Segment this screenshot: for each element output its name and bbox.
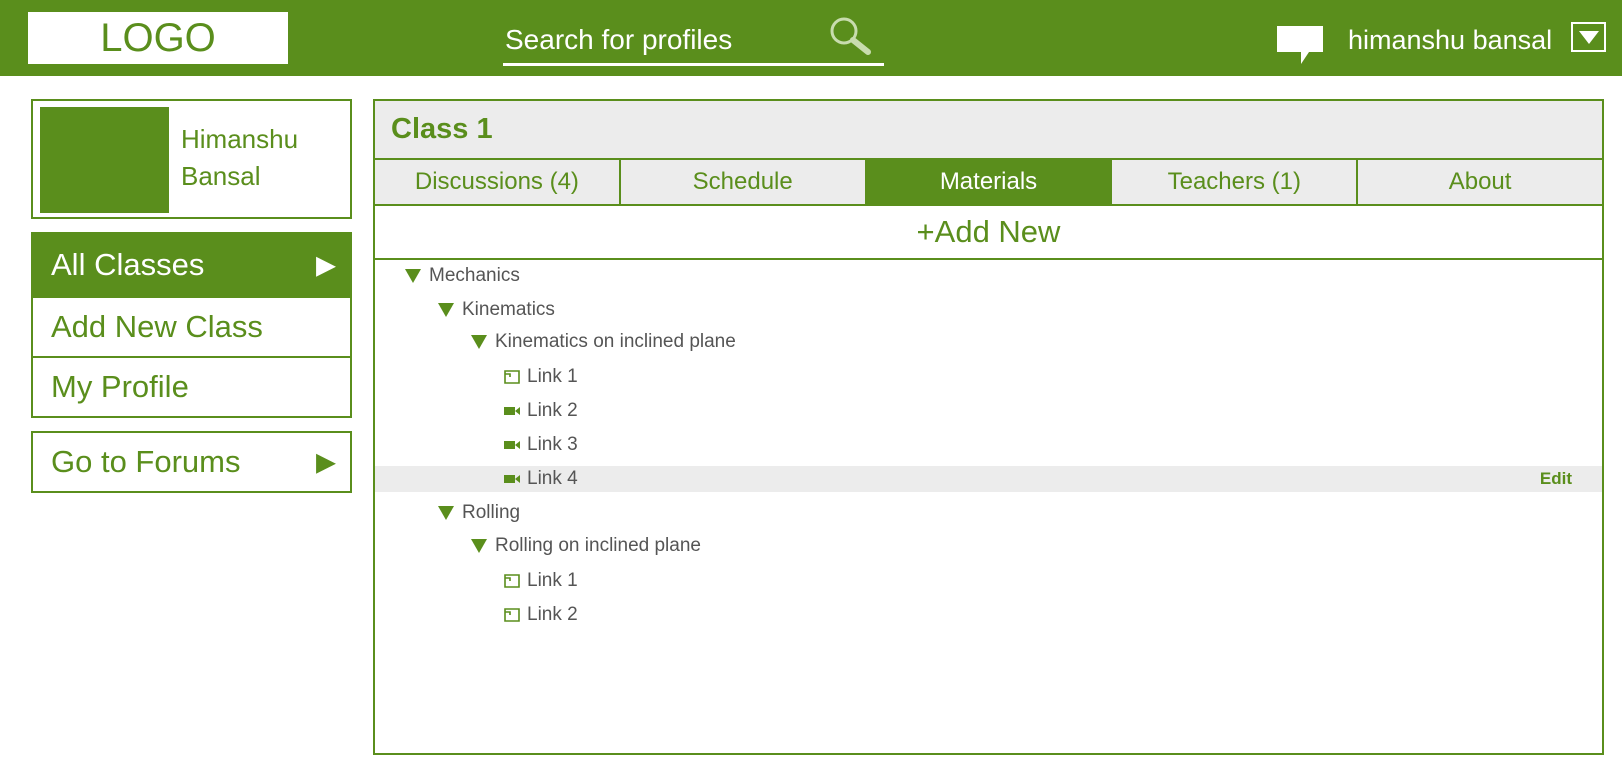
document-icon bbox=[504, 608, 520, 622]
search-input[interactable] bbox=[503, 20, 823, 60]
tree-row[interactable]: Mechanics bbox=[375, 263, 1602, 289]
video-camera-icon bbox=[504, 407, 520, 415]
tab-schedule[interactable]: Schedule bbox=[618, 160, 865, 204]
tree-row[interactable]: Link 2 bbox=[375, 398, 1602, 424]
sidebar-item-my-profile[interactable]: My Profile bbox=[33, 356, 350, 416]
collapse-triangle-icon[interactable] bbox=[471, 539, 487, 553]
tree-item-label: Link 2 bbox=[527, 604, 578, 625]
tab-materials[interactable]: Materials bbox=[864, 160, 1111, 204]
tree-row[interactable]: Rolling on inclined plane bbox=[375, 533, 1602, 559]
tree-row[interactable]: Kinematics on inclined plane bbox=[375, 329, 1602, 355]
tree-item-label: Link 1 bbox=[527, 570, 578, 591]
forums-label: Go to Forums bbox=[51, 444, 241, 479]
tree-row[interactable]: Link 3 bbox=[375, 432, 1602, 458]
tree-item-label: Link 3 bbox=[527, 434, 578, 455]
chevron-down-icon bbox=[1579, 31, 1599, 44]
collapse-triangle-icon[interactable] bbox=[438, 506, 454, 520]
tree-row[interactable]: Link 2 bbox=[375, 602, 1602, 628]
arrow-right-icon: ▶ bbox=[316, 249, 336, 280]
search-bar bbox=[503, 14, 884, 66]
profile-first-name: Himanshu bbox=[181, 124, 299, 154]
page-title: Class 1 bbox=[391, 113, 493, 145]
avatar bbox=[40, 107, 169, 213]
tree-item-label: Link 2 bbox=[527, 400, 578, 421]
tree-item-label: Rolling on inclined plane bbox=[495, 535, 701, 556]
sidebar-item-all-classes[interactable]: All Classes ▶ bbox=[33, 234, 350, 296]
go-to-forums-button[interactable]: Go to Forums ▶ bbox=[31, 431, 352, 493]
collapse-triangle-icon[interactable] bbox=[438, 303, 454, 317]
collapse-triangle-icon[interactable] bbox=[405, 269, 421, 283]
tree-item-label: Kinematics on inclined plane bbox=[495, 331, 736, 352]
user-name[interactable]: himanshu bansal bbox=[1348, 22, 1552, 58]
sidebar-item-add-new-class[interactable]: Add New Class bbox=[33, 296, 350, 356]
class-header: Class 1 bbox=[375, 101, 1602, 158]
sidebar-item-label: Add New Class bbox=[51, 309, 263, 344]
tree-item-label: Link 4 bbox=[527, 468, 578, 489]
tree-row[interactable]: Rolling bbox=[375, 500, 1602, 526]
add-new-button[interactable]: +Add New bbox=[375, 206, 1602, 260]
sidebar-item-label: My Profile bbox=[51, 369, 189, 404]
tree-item-label: Mechanics bbox=[429, 265, 520, 286]
collapse-triangle-icon[interactable] bbox=[471, 335, 487, 349]
search-icon[interactable] bbox=[825, 14, 875, 60]
logo[interactable]: LOGO bbox=[28, 12, 288, 64]
tab-teachers[interactable]: Teachers (1) bbox=[1110, 160, 1356, 204]
sidebar-nav: All Classes ▶ Add New Class My Profile bbox=[31, 232, 352, 418]
top-bar: LOGO himanshu bansal bbox=[0, 0, 1622, 76]
edit-link[interactable]: Edit bbox=[1540, 469, 1572, 489]
tree-row[interactable]: Link 4 Edit bbox=[375, 466, 1602, 492]
tree-row[interactable]: Link 1 bbox=[375, 568, 1602, 594]
profile-card[interactable]: Himanshu Bansal bbox=[31, 99, 352, 219]
video-camera-icon bbox=[504, 441, 520, 449]
document-icon bbox=[504, 370, 520, 384]
tree-row[interactable]: Link 1 bbox=[375, 364, 1602, 390]
user-menu-button[interactable] bbox=[1571, 22, 1606, 52]
document-icon bbox=[504, 574, 520, 588]
tree-row[interactable]: Kinematics bbox=[375, 297, 1602, 323]
tab-about[interactable]: About bbox=[1356, 160, 1602, 204]
video-camera-icon bbox=[504, 475, 520, 483]
profile-last-name: Bansal bbox=[181, 161, 261, 191]
arrow-right-icon: ▶ bbox=[316, 446, 336, 477]
tree-item-label: Rolling bbox=[462, 502, 521, 523]
tree-item-label: Kinematics bbox=[462, 299, 555, 320]
chat-icon[interactable] bbox=[1275, 24, 1325, 66]
profile-name: Himanshu Bansal bbox=[181, 121, 341, 195]
tab-bar: Discussions (4) Schedule Materials Teach… bbox=[375, 158, 1602, 206]
sidebar-item-label: All Classes bbox=[51, 247, 205, 282]
tab-discussions[interactable]: Discussions (4) bbox=[375, 160, 619, 204]
tree-item-label: Link 1 bbox=[527, 366, 578, 387]
class-panel: Class 1 Discussions (4) Schedule Materia… bbox=[373, 99, 1604, 755]
